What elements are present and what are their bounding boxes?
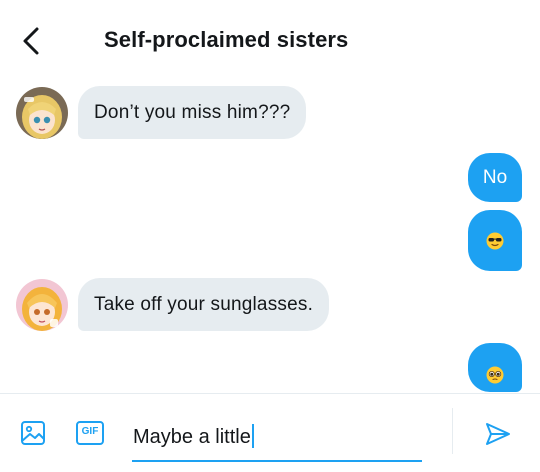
message-bubble-outgoing[interactable]: [468, 343, 522, 392]
pleading-face-emoji-icon: [486, 366, 504, 384]
sunglasses-face-emoji-icon: [486, 232, 504, 250]
send-icon: [486, 423, 510, 445]
message-composer: GIF Maybe a little: [0, 393, 540, 472]
send-button[interactable]: [480, 416, 516, 452]
message-bubble-incoming[interactable]: Take off your sunglasses.: [78, 278, 330, 331]
message-bubble-outgoing[interactable]: [468, 210, 522, 271]
message-bubble-outgoing[interactable]: No: [468, 153, 522, 202]
image-icon: [21, 421, 45, 445]
sender-avatar[interactable]: [16, 87, 68, 139]
anime-girl-avatar-icon: [16, 279, 68, 331]
text-caret: [251, 424, 254, 448]
gif-button[interactable]: GIF: [74, 418, 106, 448]
chevron-left-icon: [23, 27, 39, 55]
composer-divider: [452, 408, 453, 454]
conversation-title: Self-proclaimed sisters: [104, 27, 349, 52]
conversation-header: Self-proclaimed sisters: [0, 0, 540, 82]
message-text: Don’t you miss him???: [94, 101, 291, 123]
message-text: No: [482, 166, 508, 188]
message-text: Take off your sunglasses.: [94, 293, 314, 315]
message-input-value: Maybe a little: [133, 426, 251, 448]
back-button[interactable]: [14, 24, 48, 58]
message-input[interactable]: Maybe a little: [132, 414, 422, 462]
anime-girl-avatar-icon: [16, 87, 68, 139]
add-photo-button[interactable]: [16, 416, 50, 450]
sender-avatar[interactable]: [16, 279, 68, 331]
gif-label: GIF: [81, 426, 99, 437]
message-bubble-incoming[interactable]: Don’t you miss him???: [78, 86, 307, 139]
